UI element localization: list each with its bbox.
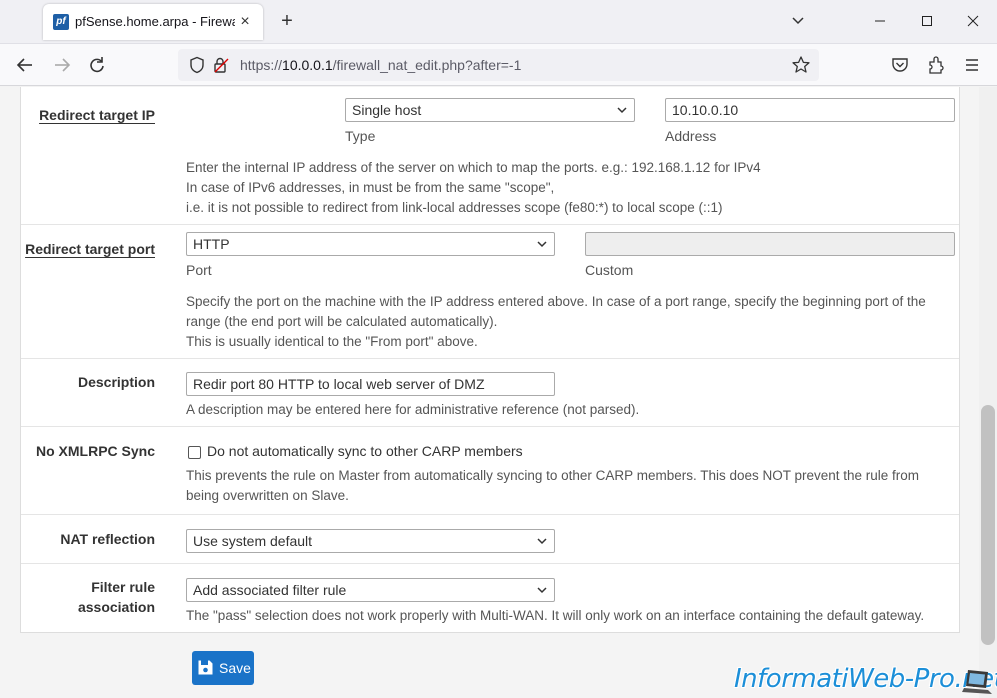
description-value: Redir port 80 HTTP to local web server o… <box>193 376 485 392</box>
xmlrpc-sync-checkbox-label[interactable]: Do not automatically sync to other CARP … <box>207 443 523 459</box>
tab-title: pfSense.home.arpa - Firewall: N <box>75 14 235 29</box>
redirect-ip-help-line3: i.e. it is not possible to redirect from… <box>186 200 723 215</box>
chevron-down-icon <box>537 587 547 594</box>
redirect-ip-type-select[interactable]: Single host <box>345 98 635 122</box>
reload-icon[interactable] <box>85 53 109 77</box>
redirect-target-port-row: Redirect target port HTTP Port Custom Sp… <box>21 225 959 359</box>
shield-icon[interactable] <box>188 56 206 74</box>
filter-rule-label-line2: association <box>77 599 155 615</box>
xmlrpc-help-line1: This prevents the rule on Master from au… <box>186 468 920 483</box>
xmlrpc-sync-label: No XMLRPC Sync <box>35 443 155 459</box>
port-sublabel: Port <box>186 262 212 278</box>
browser-tab[interactable]: pf pfSense.home.arpa - Firewall: N × <box>43 4 263 40</box>
window-close-icon[interactable] <box>958 8 988 34</box>
filter-rule-select[interactable]: Add associated filter rule <box>186 578 555 602</box>
watermark-laptop-icon <box>962 670 992 694</box>
save-label: Save <box>219 660 251 676</box>
save-floppy-icon <box>198 660 213 675</box>
tab-list-chevron-icon[interactable] <box>788 10 808 32</box>
redirect-ip-type-value: Single host <box>352 102 422 118</box>
pocket-icon[interactable] <box>888 53 912 77</box>
redirect-target-port-label: Redirect target port <box>25 241 155 257</box>
nat-reflection-select[interactable]: Use system default <box>186 529 555 553</box>
save-button[interactable]: Save <box>192 651 254 685</box>
scrollbar-thumb[interactable] <box>981 405 995 645</box>
filter-rule-help: The "pass" selection does not work prope… <box>186 608 925 623</box>
redirect-port-help-line1: Specify the port on the machine with the… <box>186 294 926 309</box>
url-bar[interactable]: https://10.0.0.1/firewall_nat_edit.php?a… <box>178 49 819 81</box>
description-help: A description may be entered here for ad… <box>186 402 640 417</box>
menu-hamburger-icon[interactable] <box>960 53 984 77</box>
description-input[interactable]: Redir port 80 HTTP to local web server o… <box>186 372 555 396</box>
redirect-ip-help-line2: In case of IPv6 addresses, in must be fr… <box>186 180 555 195</box>
filter-rule-label-line1: Filter rule <box>91 579 155 595</box>
custom-sublabel: Custom <box>585 262 634 278</box>
forward-arrow-icon[interactable] <box>50 53 74 77</box>
redirect-port-help-line3: This is usually identical to the "From p… <box>186 334 478 349</box>
bookmark-star-icon[interactable] <box>791 55 811 75</box>
redirect-target-ip-label: Redirect target IP <box>39 107 155 123</box>
back-arrow-icon[interactable] <box>13 53 37 77</box>
nat-reflection-value: Use system default <box>193 533 313 549</box>
redirect-custom-port-input[interactable] <box>585 232 955 256</box>
url-prefix: https:// <box>240 57 283 73</box>
redirect-port-select[interactable]: HTTP <box>186 232 555 256</box>
chevron-down-icon <box>537 241 547 248</box>
tab-close-icon[interactable]: × <box>235 12 255 32</box>
page-content: Redirect target IP Single host Type 10.1… <box>0 87 979 698</box>
xmlrpc-sync-row: No XMLRPC Sync Do not automatically sync… <box>21 427 959 515</box>
chevron-down-icon <box>537 538 547 545</box>
navigation-bar: https://10.0.0.1/firewall_nat_edit.php?a… <box>0 44 997 86</box>
filter-rule-association-row: Filter rule association Add associated f… <box>21 564 959 633</box>
lock-warning-icon[interactable] <box>212 56 230 74</box>
new-tab-icon[interactable]: + <box>276 10 298 32</box>
url-host: 10.0.0.1 <box>282 57 333 73</box>
address-sublabel: Address <box>665 128 717 144</box>
nat-reflection-label: NAT reflection <box>60 531 155 547</box>
description-label: Description <box>77 374 155 390</box>
nat-edit-panel: Redirect target IP Single host Type 10.1… <box>20 87 960 633</box>
watermark-text: InformatiWeb-Pro.net <box>734 664 997 694</box>
type-sublabel: Type <box>345 128 376 144</box>
nat-reflection-row: NAT reflection Use system default <box>21 515 959 564</box>
url-text[interactable]: https://10.0.0.1/firewall_nat_edit.php?a… <box>240 57 521 73</box>
xmlrpc-sync-checkbox[interactable] <box>188 446 201 459</box>
xmlrpc-help-line2: being overwritten on Slave. <box>186 488 349 503</box>
redirect-ip-help-line1: Enter the internal IP address of the ser… <box>186 160 761 175</box>
redirect-ip-address-input[interactable]: 10.10.0.10 <box>665 98 955 122</box>
pfsense-favicon-icon: pf <box>53 14 69 30</box>
url-path: /firewall_nat_edit.php?after=-1 <box>332 57 522 73</box>
maximize-icon[interactable] <box>912 8 942 34</box>
redirect-ip-address-value: 10.10.0.10 <box>672 102 739 118</box>
vertical-scrollbar[interactable] <box>979 87 997 698</box>
redirect-port-value: HTTP <box>193 236 230 252</box>
filter-rule-value: Add associated filter rule <box>193 582 347 598</box>
description-row: Description Redir port 80 HTTP to local … <box>21 359 959 427</box>
tab-bar: pf pfSense.home.arpa - Firewall: N × + <box>0 0 997 44</box>
extensions-icon[interactable] <box>924 53 948 77</box>
minimize-icon[interactable] <box>865 8 895 34</box>
redirect-target-ip-row: Redirect target IP Single host Type 10.1… <box>21 87 959 225</box>
chevron-down-icon <box>617 107 627 114</box>
redirect-port-help-line2: range (the end port will be calculated a… <box>186 314 498 329</box>
